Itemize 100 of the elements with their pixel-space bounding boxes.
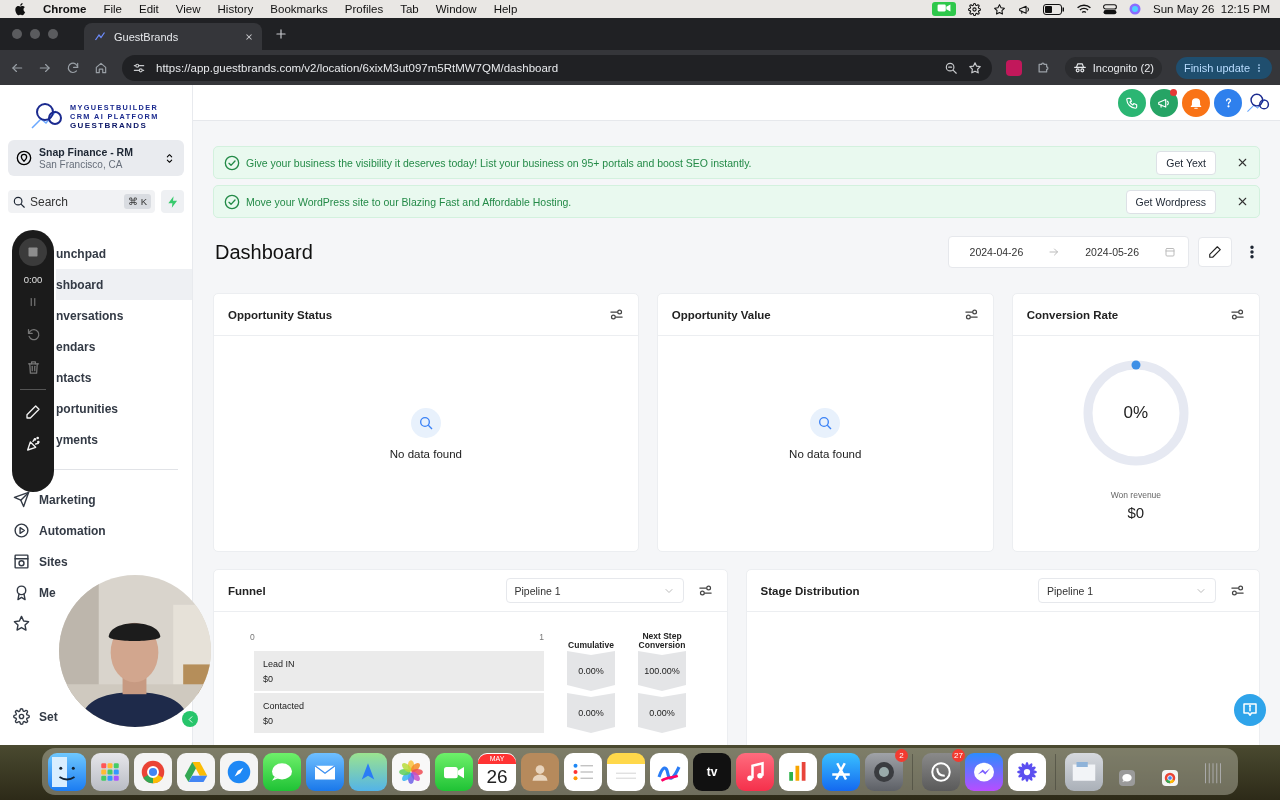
round-logo-thumbnail-icon[interactable] [1162,769,1178,786]
filter-icon[interactable] [963,307,979,322]
location-pin-icon [16,150,32,166]
restart-button[interactable] [25,327,41,342]
orb-icon[interactable] [1129,3,1141,15]
calendar-icon [1164,246,1176,258]
menu-item[interactable]: Edit [139,3,159,15]
menu-item[interactable]: File [103,3,122,15]
banner-button[interactable]: Get Yext [1156,150,1216,175]
nav-item[interactable]: Marketing [0,484,96,515]
nav-item[interactable]: Me [0,577,56,608]
draw-button[interactable] [25,404,41,420]
chat-bubble-app-icon[interactable] [263,752,301,791]
menu-item[interactable]: Bookmarks [270,3,328,15]
scribble-app-icon[interactable] [650,752,688,791]
close-icon[interactable] [1236,156,1249,169]
incognito-icon [1072,60,1087,75]
battery-icon[interactable] [1043,3,1065,15]
menu-item[interactable]: Window [435,3,477,15]
update-button[interactable]: Finish update [1175,56,1272,79]
nav-item[interactable]: portunities [56,393,192,424]
reload-icon[interactable] [66,60,80,75]
window-minimize-control[interactable] [30,29,40,39]
banner-button[interactable]: Get Wordpress [1125,189,1216,214]
menu-item[interactable]: Tab [400,3,419,15]
pipeline-select[interactable]: Pipeline 1 [505,578,684,603]
close-icon[interactable] [1236,195,1249,208]
delete-button[interactable] [25,360,41,375]
edit-button[interactable] [1198,237,1232,267]
apple-logo-icon[interactable] [14,2,26,16]
clock[interactable]: Sun May 26 12:15 PM [1153,3,1270,15]
video-camera-app-icon[interactable] [435,752,473,791]
app-store-icon[interactable] [822,752,860,791]
nav-item[interactable]: yments [56,424,192,455]
incognito-button[interactable]: Incognito (2) [1064,56,1162,79]
browser-tab[interactable]: GuestBrands [84,23,262,50]
menu-item[interactable]: History [217,3,254,15]
bar-chart-app-icon[interactable] [779,752,817,791]
search-input[interactable]: Search [30,194,110,209]
nav-item[interactable]: Sites [0,546,68,577]
close-icon[interactable] [244,31,254,42]
address-book-app-icon[interactable] [521,752,559,791]
toggle-icon[interactable] [1103,3,1117,15]
window-zoom-control[interactable] [48,29,58,39]
filter-icon[interactable] [1230,307,1245,322]
logo-mark-icon[interactable] [1246,91,1272,114]
address-bar[interactable]: https://app.guestbrands.com/v2/location/6xixM3ut097m5RtMW7QM/dashboard [122,54,992,81]
phone-button[interactable] [1118,88,1146,117]
nav-item[interactable]: ntacts [56,362,192,393]
menu-item[interactable]: Chrome [43,3,87,15]
zoom-icon[interactable] [943,60,958,75]
notifications-button[interactable] [1182,88,1210,117]
new-tab-icon[interactable] [274,27,288,41]
help-button[interactable] [1214,88,1242,117]
nav-item[interactable]: endars [56,331,192,362]
check-circle-icon [224,154,240,171]
pipeline-select[interactable]: Pipeline 1 [1038,578,1216,603]
bookmark-star-icon[interactable] [967,60,982,75]
nav-item[interactable]: nversations [56,300,192,331]
home-icon[interactable] [94,60,108,75]
envelope-app-icon[interactable] [306,752,344,791]
filter-icon[interactable] [608,307,624,322]
conversion-cell: 100.00% [638,651,686,691]
menu-item[interactable]: View [175,3,201,15]
nav-item[interactable]: shboard [56,269,192,300]
map-app-icon[interactable] [349,752,387,791]
megaphone-button[interactable] [1150,88,1178,117]
date-range-picker[interactable]: 2024-04-26 2024-05-26 [947,236,1189,268]
menu-item[interactable]: Profiles [344,3,384,15]
grid-app-icon[interactable] [91,752,129,791]
list-app-icon[interactable] [564,752,602,791]
puzzle-icon[interactable] [1035,60,1051,75]
effects-button[interactable] [25,436,41,452]
folder-icon[interactable] [1065,752,1103,791]
round-logo-app-icon[interactable] [134,752,172,791]
music-note-app-icon[interactable] [736,752,774,791]
nav-item[interactable]: Set [0,701,58,732]
lightning-bubble-app-icon[interactable] [965,752,1003,791]
nav-item[interactable]: unchpad [56,238,192,269]
cumulative-cell: 0.00% [567,651,615,691]
location-switcher[interactable]: Snap Finance - RM San Francisco, CA [8,140,184,176]
notepad-app-icon[interactable] [607,752,645,791]
filter-icon[interactable] [697,583,713,598]
check-circle-icon [224,193,240,210]
gear-app-icon[interactable] [865,752,903,791]
filter-icon[interactable] [1230,583,1245,598]
flower-petals-app-icon[interactable] [392,752,430,791]
compass-app-icon[interactable] [220,752,258,791]
chat-thumbnail-icon[interactable] [1119,769,1135,786]
nav-item[interactable]: Automation [0,515,106,546]
flower-app-icon[interactable] [1008,752,1046,791]
triangle-app-icon[interactable] [177,752,215,791]
window-close-control[interactable] [12,29,22,39]
menu-item[interactable]: Help [493,3,518,15]
stop-button[interactable] [19,238,47,266]
search-field[interactable]: Search ⌘ K [8,190,155,213]
wifi-icon[interactable] [1077,3,1091,15]
smiling-face-app-icon[interactable] [48,752,86,791]
tv-app-icon[interactable]: tv [693,752,731,791]
cumulative-cell: 0.00% [567,693,615,733]
